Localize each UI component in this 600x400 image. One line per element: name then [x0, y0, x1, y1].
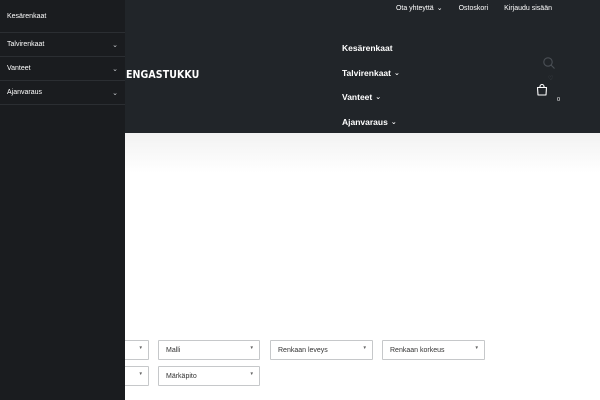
filter-label: Renkaan korkeus — [390, 346, 445, 354]
filter-select-wet-grip[interactable]: Märkäpito ▼ — [158, 366, 260, 386]
nav-item-vanteet[interactable]: Vanteet ⌄ — [342, 85, 400, 110]
cart-count-badge: 0 — [557, 97, 561, 103]
search-button[interactable] — [542, 56, 556, 70]
dropdown-arrow-icon: ▼ — [362, 345, 367, 350]
main-nav: Kesärenkaat Talvirenkaat ⌄ Vanteet ⌄ Aja… — [342, 36, 400, 134]
filter-label: Malli — [166, 346, 181, 354]
nav-item-kesarenkaat[interactable]: Kesärenkaat — [342, 36, 400, 61]
sidebar-item-label: Talvirenkaat — [7, 41, 45, 48]
dropdown-arrow-icon: ▼ — [138, 371, 143, 376]
login-link[interactable]: Kirjaudu sisään — [504, 4, 552, 12]
dropdown-arrow-icon: ▼ — [249, 345, 254, 350]
filter-select-model[interactable]: Malli ▼ — [158, 340, 260, 360]
filter-select-tire-width[interactable]: Renkaan leveys ▼ — [270, 340, 373, 360]
chevron-down-icon: ⌄ — [390, 118, 397, 126]
filter-select-tire-height[interactable]: Renkaan korkeus ▼ — [382, 340, 485, 360]
sidebar-item-label: Ajanvaraus — [7, 89, 43, 96]
user-icon: ♡ — [548, 76, 554, 82]
dropdown-arrow-icon: ▼ — [249, 371, 254, 376]
site-logo[interactable]: ENGASTUKKU — [126, 68, 199, 81]
cart-link[interactable]: Ostoskori — [459, 4, 489, 12]
top-links: Ota yhteyttä ⌄ Ostoskori Kirjaudu sisään — [395, 4, 552, 13]
sidebar-item-ajanvaraus[interactable]: Ajanvaraus ⌄ — [0, 81, 125, 105]
dropdown-arrow-icon: ▼ — [138, 345, 143, 350]
nav-item-label: Ajanvaraus — [342, 116, 388, 127]
chevron-down-icon: ⌄ — [375, 94, 382, 102]
chevron-down-icon[interactable]: ⌄ — [112, 89, 118, 97]
nav-item-label: Vanteet — [342, 92, 373, 103]
contact-link-label: Ota yhteyttä — [395, 4, 434, 12]
sidebar-item-kesarenkaat[interactable]: Kesärenkaat — [0, 0, 125, 33]
chevron-down-icon: ⌄ — [436, 5, 443, 12]
nav-item-label: Talvirenkaat — [342, 67, 391, 78]
nav-item-talvirenkaat[interactable]: Talvirenkaat ⌄ — [342, 61, 400, 86]
sidebar-menu: Kesärenkaat Talvirenkaat ⌄ Vanteet ⌄ Aja… — [0, 0, 125, 400]
sidebar-item-label: Kesärenkaat — [7, 12, 47, 20]
chevron-down-icon[interactable]: ⌄ — [112, 65, 118, 73]
sidebar-item-vanteet[interactable]: Vanteet ⌄ — [0, 57, 125, 81]
filter-label: Märkäpito — [166, 372, 197, 380]
chevron-down-icon[interactable]: ⌄ — [112, 41, 118, 49]
cart-button[interactable] — [535, 83, 549, 97]
dropdown-arrow-icon: ▼ — [474, 345, 479, 350]
cart-icon — [536, 83, 548, 96]
sidebar-item-label: Vanteet — [7, 65, 31, 72]
contact-link[interactable]: Ota yhteyttä ⌄ — [395, 4, 443, 13]
user-button[interactable]: ♡ — [548, 75, 553, 82]
sidebar-item-talvirenkaat[interactable]: Talvirenkaat ⌄ — [0, 33, 125, 57]
nav-item-label: Kesärenkaat — [342, 43, 393, 54]
nav-item-ajanvaraus[interactable]: Ajanvaraus ⌄ — [342, 110, 400, 135]
filter-label: Renkaan leveys — [278, 346, 328, 354]
chevron-down-icon: ⌄ — [393, 69, 400, 77]
search-icon — [543, 57, 555, 69]
